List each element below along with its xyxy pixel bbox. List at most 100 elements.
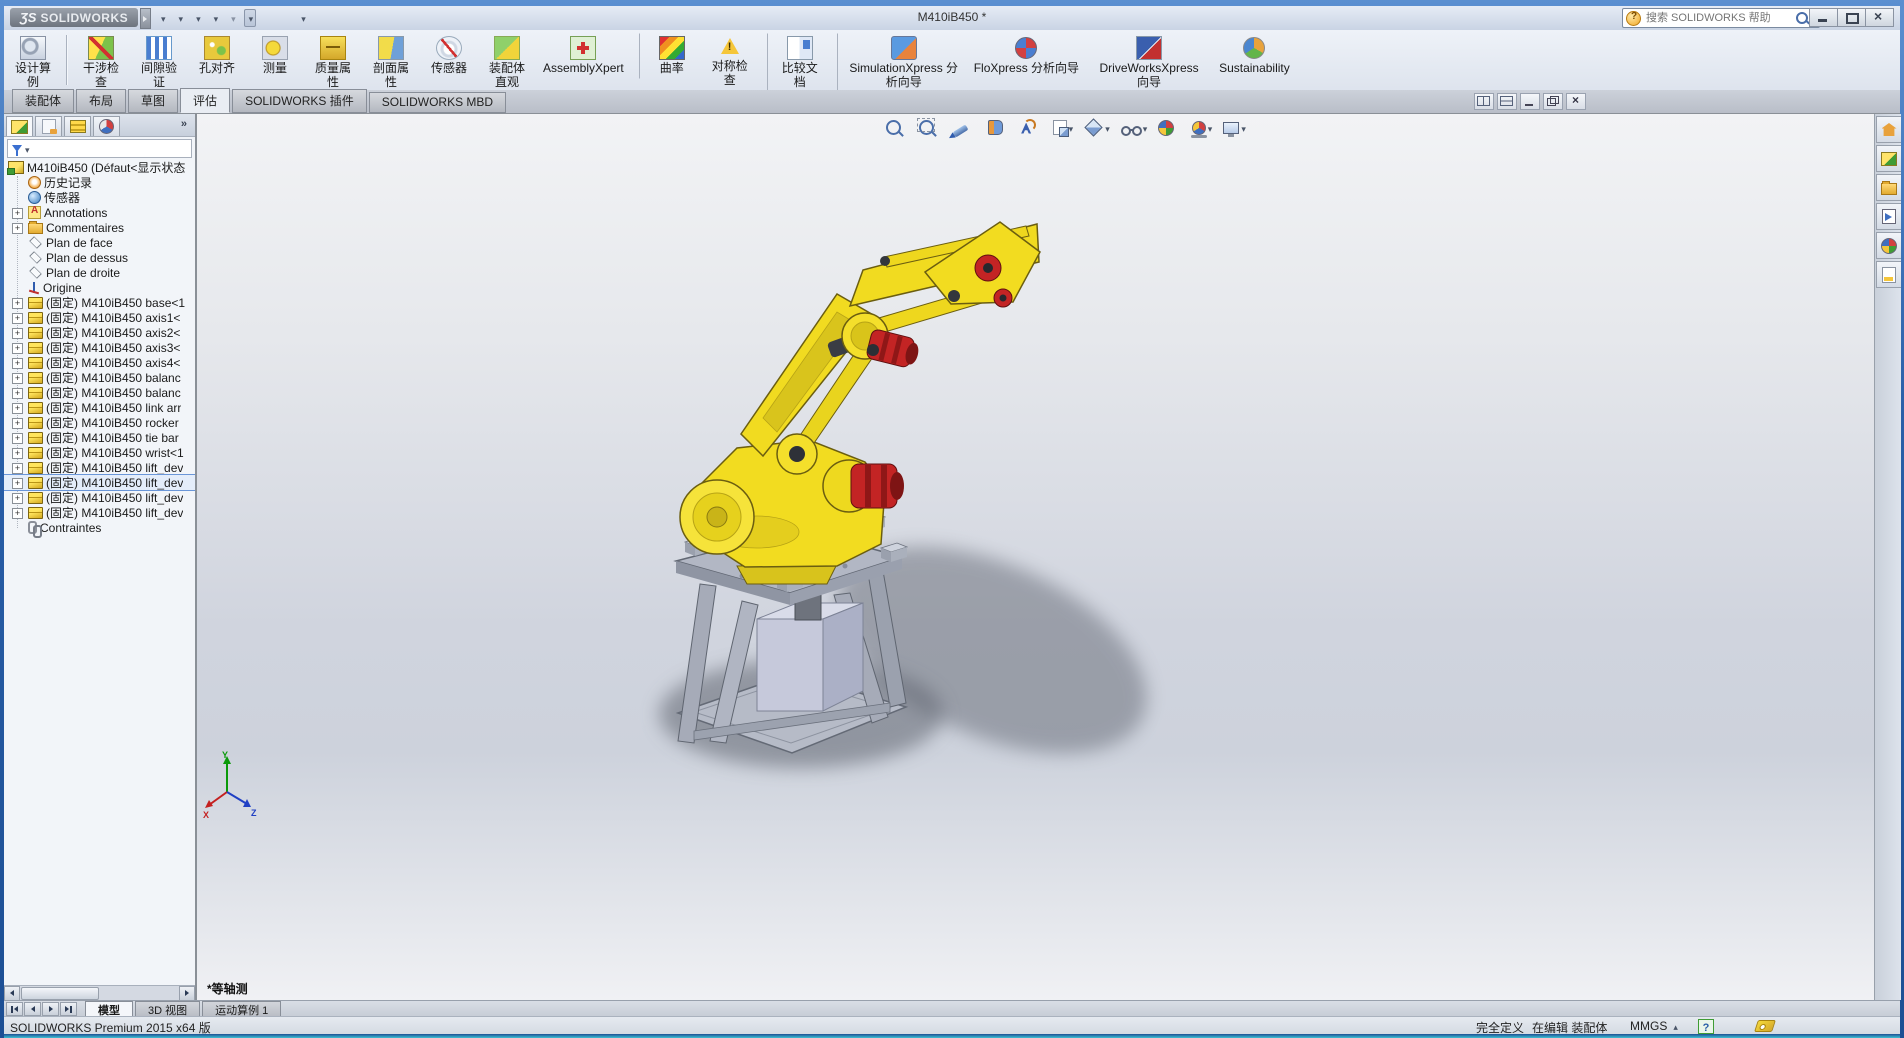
dropdown-caret-icon[interactable] xyxy=(301,11,306,25)
expand-plus-icon[interactable] xyxy=(12,223,23,234)
scrollbar-thumb[interactable] xyxy=(21,987,99,1000)
search-icon[interactable] xyxy=(1796,12,1808,24)
expand-plus-icon[interactable] xyxy=(12,418,23,429)
tree-item[interactable]: 传感器 xyxy=(4,190,195,205)
next-tab-button[interactable] xyxy=(42,1002,59,1016)
tree-item[interactable]: (固定) M410iB450 axis1< xyxy=(4,310,195,325)
command-tab[interactable]: 布局 xyxy=(76,89,126,113)
expand-plus-icon[interactable] xyxy=(12,313,23,324)
minimize-doc-icon[interactable] xyxy=(1520,93,1540,110)
document-tab[interactable]: 模型 xyxy=(85,1001,133,1017)
ribbon-button[interactable]: 传感器 xyxy=(421,33,477,79)
split-pane-icon[interactable] xyxy=(1474,93,1494,110)
taskpane-tab[interactable] xyxy=(1876,261,1901,288)
tree-item[interactable]: (固定) M410iB450 wrist<1 xyxy=(4,445,195,460)
expand-plus-icon[interactable] xyxy=(12,478,23,489)
tree-item[interactable]: (固定) M410iB450 rocker xyxy=(4,415,195,430)
scroll-left-button[interactable] xyxy=(4,986,20,1001)
ribbon-button[interactable]: 干涉检查 xyxy=(73,33,129,92)
panel-tab[interactable] xyxy=(6,116,33,136)
search-input[interactable] xyxy=(1644,11,1793,25)
panel-expand-chevron-icon[interactable] xyxy=(181,118,187,130)
expand-plus-icon[interactable] xyxy=(12,508,23,519)
tree-item[interactable]: (固定) M410iB450 lift_dev xyxy=(4,460,195,475)
toolbar-button[interactable] xyxy=(296,9,309,27)
panel-tab[interactable] xyxy=(93,116,120,136)
toolbar-button[interactable] xyxy=(209,9,222,27)
help-search-box[interactable] xyxy=(1622,8,1820,28)
units-selector[interactable]: MMGS xyxy=(1630,1019,1678,1033)
ribbon-button[interactable]: 剖面属性 xyxy=(363,33,419,92)
minimize-button[interactable] xyxy=(1809,8,1838,27)
toolbar-button[interactable] xyxy=(156,9,169,27)
ribbon-button[interactable]: 孔对齐 xyxy=(189,33,245,79)
close-doc-icon[interactable] xyxy=(1566,93,1586,110)
previous-tab-button[interactable] xyxy=(24,1002,41,1016)
command-tab[interactable]: 草图 xyxy=(128,89,178,113)
last-tab-button[interactable] xyxy=(60,1002,77,1016)
tree-item[interactable]: (固定) M410iB450 lift_dev xyxy=(4,490,195,505)
expand-plus-icon[interactable] xyxy=(12,433,23,444)
panel-tab[interactable] xyxy=(64,116,91,136)
dropdown-caret-icon[interactable] xyxy=(161,11,166,25)
tree-item[interactable]: Contraintes xyxy=(4,520,195,535)
tree-item[interactable]: 历史记录 xyxy=(4,175,195,190)
graphics-viewport[interactable]: Y X Z *等轴测 xyxy=(197,114,1874,1000)
expand-plus-icon[interactable] xyxy=(12,343,23,354)
expand-plus-icon[interactable] xyxy=(12,403,23,414)
tree-item[interactable]: Annotations xyxy=(4,205,195,220)
tree-item[interactable]: (固定) M410iB450 axis4< xyxy=(4,355,195,370)
taskpane-tab[interactable] xyxy=(1876,116,1901,143)
taskpane-tab[interactable] xyxy=(1876,174,1901,201)
dropdown-caret-icon[interactable] xyxy=(231,11,236,25)
expand-plus-icon[interactable] xyxy=(12,463,23,474)
toolbar-button[interactable] xyxy=(261,9,274,27)
tree-item[interactable]: (固定) M410iB450 base<1 xyxy=(4,295,195,310)
command-tab[interactable]: 装配体 xyxy=(12,89,74,113)
robot-model[interactable] xyxy=(197,114,1874,1000)
ribbon-button[interactable]: 比较文档 xyxy=(767,33,828,92)
expand-plus-icon[interactable] xyxy=(12,328,23,339)
tree-root-item[interactable]: M410iB450 (Défaut<显示状态 xyxy=(4,160,195,175)
panel-tab[interactable] xyxy=(35,116,62,136)
tile-pane-icon[interactable] xyxy=(1497,93,1517,110)
tree-item[interactable]: (固定) M410iB450 axis3< xyxy=(4,340,195,355)
ribbon-button[interactable]: FloXpress 分析向导 xyxy=(968,33,1085,79)
taskpane-tab[interactable] xyxy=(1876,145,1901,172)
ribbon-button[interactable]: 测量 xyxy=(247,33,303,79)
command-tab[interactable]: 评估 xyxy=(180,88,230,113)
ribbon-button[interactable]: SimulationXpress 分析向导 xyxy=(837,33,966,92)
tree-item[interactable]: Plan de dessus xyxy=(4,250,195,265)
taskpane-tab[interactable] xyxy=(1876,203,1901,230)
expand-plus-icon[interactable] xyxy=(12,388,23,399)
ribbon-button[interactable]: 曲率 xyxy=(639,33,700,79)
tree-item[interactable]: Plan de droite xyxy=(4,265,195,280)
tree-item[interactable]: (固定) M410iB450 axis2< xyxy=(4,325,195,340)
toolbar-button[interactable] xyxy=(191,9,204,27)
document-tab[interactable]: 运动算例 1 xyxy=(202,1001,281,1017)
ribbon-button[interactable]: Sustainability xyxy=(1213,33,1296,79)
tree-item[interactable]: (固定) M410iB450 lift_dev xyxy=(4,475,195,490)
expand-plus-icon[interactable] xyxy=(12,298,23,309)
expand-plus-icon[interactable] xyxy=(12,358,23,369)
toolbar-button[interactable] xyxy=(279,9,292,27)
menu-expand-arrow[interactable] xyxy=(140,8,151,29)
tag-icon[interactable] xyxy=(1754,1020,1776,1032)
status-help-icon[interactable] xyxy=(1698,1019,1714,1034)
tree-item[interactable]: (固定) M410iB450 link arr xyxy=(4,400,195,415)
dropdown-caret-icon[interactable] xyxy=(249,11,254,25)
dropdown-caret-icon[interactable] xyxy=(196,11,201,25)
tree-item[interactable]: (固定) M410iB450 balanc xyxy=(4,385,195,400)
scroll-right-button[interactable] xyxy=(179,986,195,1001)
expand-plus-icon[interactable] xyxy=(12,448,23,459)
dropdown-caret-icon[interactable] xyxy=(214,11,219,25)
ribbon-button[interactable]: 装配体直观 xyxy=(479,33,535,92)
ribbon-button[interactable]: 对称检查 xyxy=(702,33,758,90)
expand-plus-icon[interactable] xyxy=(12,493,23,504)
ribbon-button[interactable]: 质量属性 xyxy=(305,33,361,92)
ribbon-button[interactable]: 间隙验证 xyxy=(131,33,187,92)
tree-item[interactable]: Plan de face xyxy=(4,235,195,250)
command-tab[interactable]: SOLIDWORKS MBD xyxy=(369,92,506,113)
taskpane-tab[interactable] xyxy=(1876,232,1901,259)
toolbar-button[interactable] xyxy=(174,9,187,27)
